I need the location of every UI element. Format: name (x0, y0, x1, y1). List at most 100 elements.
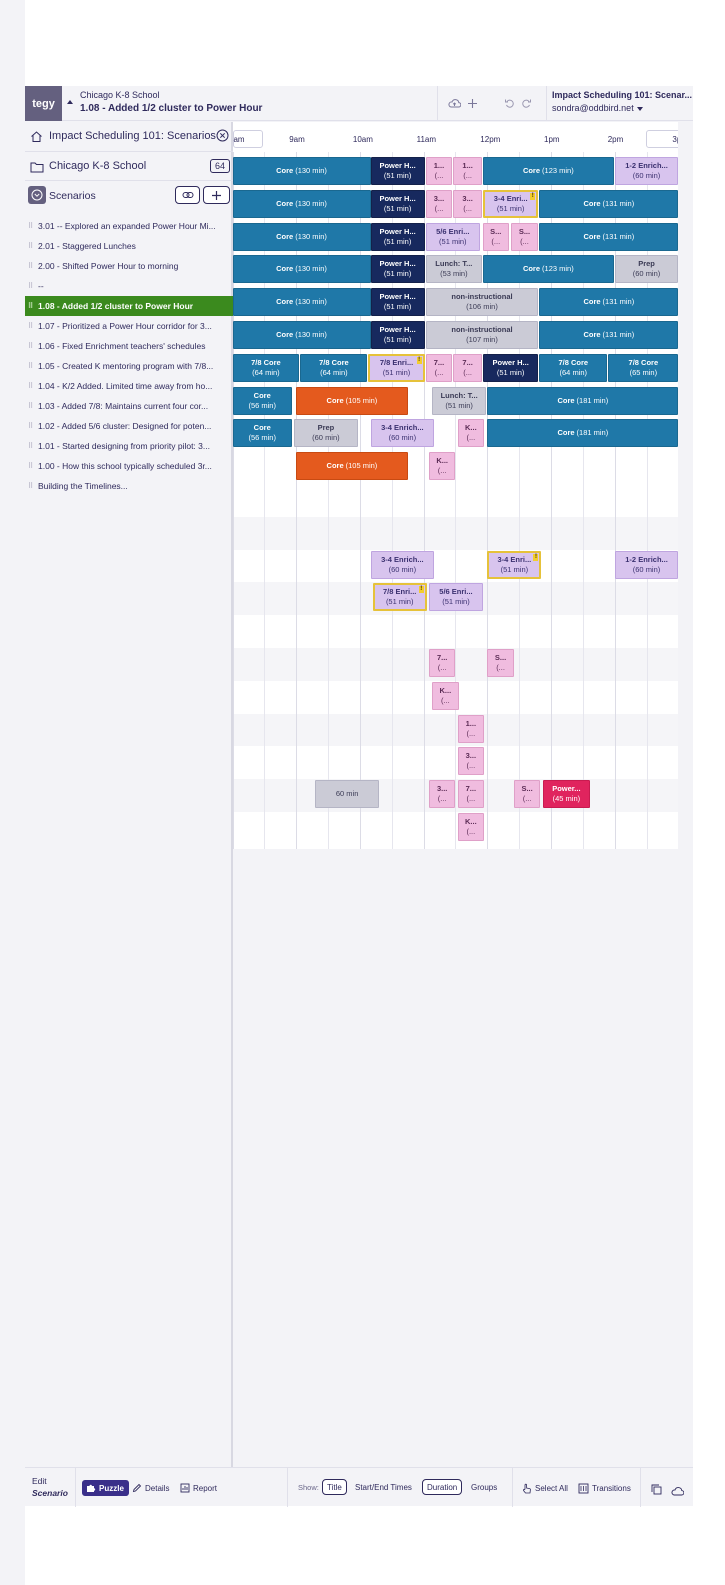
drag-handle-icon[interactable]: ⠿ (28, 322, 34, 330)
drag-handle-icon[interactable]: ⠿ (28, 462, 34, 470)
schedule-block[interactable]: K... (... (457, 813, 485, 841)
show-duration-toggle[interactable]: Duration (422, 1479, 463, 1495)
drag-handle-icon[interactable]: ⠿ (28, 422, 34, 430)
drag-handle-icon[interactable]: ⠿ (28, 282, 34, 290)
schedule-block[interactable]: 3... (... (453, 189, 482, 218)
schedule-block[interactable]: 7/8 Core (64 min) (300, 353, 368, 382)
schedule-block[interactable]: Core (130 min) (233, 189, 371, 218)
schedule-block[interactable]: non-instructional (107 min) (425, 321, 539, 349)
schedule-block[interactable]: Core (130 min) (233, 288, 371, 317)
cloud-upload-icon[interactable] (448, 98, 461, 109)
drag-handle-icon[interactable]: ⠿ (28, 242, 34, 250)
schedule-block[interactable]: 3... (... (457, 747, 485, 776)
schedule-block[interactable]: Core (130 min) (233, 157, 371, 185)
schedule-block[interactable]: Power... (45 min) (542, 780, 591, 809)
user-menu[interactable]: sondra@oddbird.net (552, 103, 643, 113)
schedule-block[interactable]: Core (105 min) (296, 386, 408, 415)
schedule-block[interactable]: Core (131 min) (539, 189, 678, 218)
schedule-block[interactable]: S... (... (483, 222, 509, 251)
scenario-item[interactable]: ⠿ 1.07 - Prioritized a Power Hour corrido… (25, 316, 233, 336)
schedule-block[interactable]: 1... (... (457, 714, 485, 743)
copy-icon[interactable] (651, 1482, 662, 1500)
schedule-block[interactable]: Core (181 min) (487, 386, 678, 415)
drag-handle-icon[interactable]: ⠿ (28, 222, 34, 230)
scenario-item[interactable]: ⠿ 1.05 - Created K mentoring program with… (25, 356, 233, 376)
schedule-block[interactable]: 1-2 Enrich... (60 min) (614, 157, 678, 185)
scenario-item[interactable]: ⠿ 3.01 -- Explored an expanded Power Hour… (25, 216, 233, 236)
schedule-block[interactable]: S... (... (513, 780, 541, 809)
close-icon[interactable] (216, 129, 229, 147)
scenario-item[interactable]: ⠿ 2.00 - Shifted Power Hour to morning (25, 256, 233, 276)
scenario-item[interactable]: ⠿ Building the Timelines... (25, 476, 233, 496)
scenario-item[interactable]: ⠿ -- (25, 276, 233, 296)
schedule-block[interactable]: Power H... (51 min) (370, 222, 425, 251)
show-title-toggle[interactable]: Title (322, 1479, 347, 1495)
schedule-block[interactable]: 1... (... (425, 157, 453, 185)
scenario-item[interactable]: ⠿ 2.01 - Staggered Lunches (25, 236, 233, 256)
schedule-block[interactable]: Power H... (51 min) (370, 321, 425, 349)
schedule-block[interactable]: Lunch: T... (51 min) (432, 386, 487, 415)
puzzle-view-button[interactable]: Puzzle (82, 1480, 129, 1496)
schedule-block[interactable]: 1... (... (453, 157, 482, 185)
timeline-grid[interactable]: 8am 9am 10am 11am 12pm 1pm 2pm 3pm Core (130 mi… (233, 122, 678, 849)
link-icon[interactable] (175, 186, 200, 204)
plus-icon[interactable] (467, 98, 478, 109)
schedule-block[interactable]: Core (131 min) (539, 222, 678, 251)
schedule-block[interactable]: Prep (60 min) (294, 419, 358, 448)
schedule-block[interactable]: 60 min (315, 780, 379, 809)
schedule-block[interactable]: Core (131 min) (539, 321, 678, 349)
schedule-block[interactable]: Power H... (51 min) (370, 288, 425, 317)
schedule-block[interactable]: Power H... (51 min) (483, 353, 539, 382)
drag-handle-icon[interactable]: ⠿ (28, 442, 34, 450)
schedule-block[interactable]: 7/8 Enri... (51 min)! (372, 583, 427, 612)
drag-handle-icon[interactable]: ⠿ (28, 302, 34, 310)
schedule-block[interactable]: K... (... (432, 681, 459, 710)
scenario-item[interactable]: ⠿ 1.03 - Added 7/8: Maintains current fou… (25, 396, 233, 416)
schedule-block[interactable]: Core (130 min) (233, 255, 371, 284)
schedule-block[interactable]: Core (105 min) (296, 452, 408, 481)
project-row[interactable]: Impact Scheduling 101: Scenarios (25, 122, 233, 152)
school-row[interactable]: Chicago K-8 School 64 (25, 152, 233, 181)
schedule-block[interactable]: Power H... (51 min) (370, 255, 425, 284)
schedule-block[interactable]: 7/8 Core (64 min) (233, 353, 300, 382)
schedule-block[interactable]: Power H... (51 min) (370, 157, 425, 185)
schedule-block[interactable]: non-instructional (106 min) (425, 288, 539, 317)
schedule-block[interactable]: 7/8 Core (65 min) (608, 353, 678, 382)
details-view-button[interactable]: Details (132, 1483, 169, 1493)
schedule-block[interactable]: K... (... (457, 419, 485, 448)
schedule-block[interactable]: 7... (... (453, 353, 482, 382)
drag-handle-icon[interactable]: ⠿ (28, 482, 34, 490)
schedule-block[interactable]: 5/6 Enri... (51 min) (425, 222, 480, 251)
schedule-block[interactable]: Core (56 min) (233, 419, 292, 448)
schedule-block[interactable]: 3-4 Enrich... (60 min) (370, 419, 435, 448)
schedule-block[interactable]: S... (... (487, 649, 514, 677)
select-all-button[interactable]: Select All (521, 1483, 568, 1494)
header-scenario-title[interactable]: 1.08 - Added 1/2 cluster to Power Hour (80, 103, 262, 114)
redo-icon[interactable] (521, 98, 532, 109)
app-logo[interactable]: tegy (25, 86, 62, 121)
schedule-block[interactable]: S... (... (510, 222, 539, 251)
show-start-end-toggle[interactable]: Start/End Times (355, 1483, 412, 1492)
schedule-block[interactable]: Core (123 min) (483, 255, 614, 284)
add-scenario-button[interactable] (203, 186, 230, 204)
transitions-button[interactable]: Transitions (578, 1483, 631, 1494)
show-groups-toggle[interactable]: Groups (471, 1483, 497, 1492)
scenario-item[interactable]: ⠿ 1.08 - Added 1/2 cluster to Power Hour (25, 296, 233, 316)
header-project-title[interactable]: Impact Scheduling 101: Scenar... (552, 90, 692, 100)
drag-handle-icon[interactable]: ⠿ (28, 262, 34, 270)
schedule-block[interactable]: Core (131 min) (539, 288, 678, 317)
scenario-item[interactable]: ⠿ 1.02 - Added 5/6 cluster: Designed for … (25, 416, 233, 436)
schedule-block[interactable]: 5/6 Enri... (51 min) (428, 583, 484, 612)
scenario-item[interactable]: ⠿ 1.04 - K/2 Added. Limited time away fro… (25, 376, 233, 396)
schedule-block[interactable]: 3-4 Enri... (51 min)! (483, 189, 539, 218)
drag-handle-icon[interactable]: ⠿ (28, 342, 34, 350)
schedule-block[interactable]: Power H... (51 min) (370, 189, 425, 218)
caret-up-icon[interactable] (67, 100, 73, 104)
chevron-down-icon[interactable] (28, 186, 46, 204)
drag-handle-icon[interactable]: ⠿ (28, 382, 34, 390)
schedule-block[interactable]: 7... (... (428, 649, 456, 677)
schedule-block[interactable]: Core (56 min) (233, 386, 292, 415)
scenario-item[interactable]: ⠿ 1.06 - Fixed Enrichment teachers' sched… (25, 336, 233, 356)
schedule-block[interactable]: 7... (... (457, 780, 485, 809)
schedule-block[interactable]: Core (130 min) (233, 222, 371, 251)
